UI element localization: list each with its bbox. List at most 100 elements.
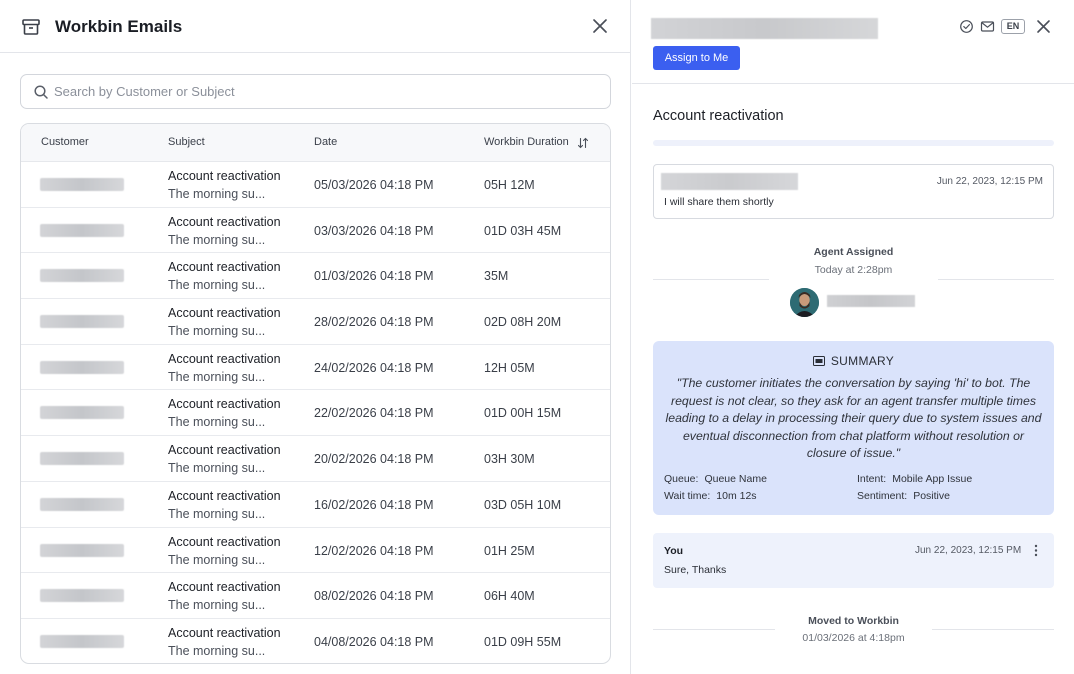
date-cell: 01/03/2026 04:18 PM [314,269,434,284]
wait-time-value: 10m 12s [716,490,757,502]
subject-title: Account reactivation [168,351,281,366]
queue-info: Queue: Queue Name [664,473,767,485]
date-cell: 24/02/2026 04:18 PM [314,360,434,375]
agent-assigned-time: Today at 2:28pm [814,264,893,276]
divider-line [653,279,769,280]
duration-cell: 03H 30M [484,452,535,467]
date-cell: 05/03/2026 04:18 PM [314,178,434,192]
table-row[interactable]: Account reactivation The morning su... 28/… [21,299,610,345]
table-row[interactable]: Account reactivation The morning su... 12/… [21,528,610,574]
subject-preview: The morning su... [168,187,266,201]
duration-cell: 02D 08H 20M [484,315,562,330]
queue-value: Queue Name [704,473,767,485]
sentiment-label: Sentiment: [857,490,908,502]
sort-icon[interactable] [577,137,589,149]
assign-to-me-button[interactable]: Assign to Me [653,46,740,70]
agent-message: You Jun 22, 2023, 12:15 PM Sure, Thanks [653,533,1054,588]
customer-name-redacted [651,18,878,39]
column-duration[interactable]: Workbin Duration [484,136,569,148]
message-time: Jun 22, 2023, 12:15 PM [936,176,1043,187]
archive-icon [22,19,40,35]
column-customer[interactable]: Customer [41,136,89,148]
customer-name-redacted [40,452,124,466]
table-row[interactable]: Account reactivation The morning su... 04/… [21,619,610,663]
subject-title: Account reactivation [168,397,281,412]
more-options-icon[interactable] [1034,544,1038,557]
subject-preview: The morning su... [168,643,266,658]
table-body: Account reactivation The morning su... 05/… [21,162,610,663]
table-row[interactable]: Account reactivation The morning su... 01/… [21,253,610,300]
ai-summary-icon [812,356,825,366]
customer-name-redacted [40,178,124,191]
subject-title: Account reactivation [168,534,281,549]
table-row[interactable]: Account reactivation The morning su... 20/… [21,436,610,482]
divider-line [932,629,1054,630]
subject-preview: The morning su... [168,598,266,613]
date-cell: 28/02/2026 04:18 PM [314,315,434,330]
moved-to-workbin-time: 01/03/2026 at 4:18pm [802,632,905,644]
search-input[interactable] [54,76,594,107]
conversation-header: Assign to Me EN [632,0,1074,84]
subject-title: Account reactivation [168,214,281,229]
customer-name-redacted [40,634,124,648]
column-subject[interactable]: Subject [168,136,205,148]
summary-text: "The customer initiates the conversation… [665,376,1042,461]
subject-preview: The morning su... [168,506,266,521]
mail-icon[interactable] [980,19,995,34]
date-cell: 22/02/2026 04:18 PM [314,406,434,421]
subject-preview: The morning su... [168,278,266,293]
close-icon[interactable] [1035,18,1052,35]
check-circle-icon[interactable] [959,19,974,34]
duration-cell: 01D 00H 15M [484,406,562,421]
table-row[interactable]: Account reactivation The morning su... 22/… [21,390,610,437]
intent-info: Intent: Mobile App Issue [857,473,972,485]
date-cell: 08/02/2026 04:18 PM [314,589,434,604]
table-row[interactable]: Account reactivation The morning su... 03/… [21,208,610,254]
customer-name-redacted [40,360,124,374]
table-row[interactable]: Account reactivation The morning su... 08/… [21,573,610,619]
table-row[interactable]: Account reactivation The morning su... 16/… [21,482,610,528]
duration-cell: 01D 09H 55M [484,634,562,649]
subject-preview: The morning su... [168,461,266,476]
column-date[interactable]: Date [314,136,337,148]
language-badge[interactable]: EN [1001,19,1025,34]
moved-to-workbin-title: Moved to Workbin [808,615,899,627]
duration-cell: 01D 03H 45M [484,223,562,238]
subject-preview: The morning su... [168,232,266,247]
subject-title: Account reactivation [168,306,281,321]
workbin-header: Workbin Emails [0,0,631,53]
table-row[interactable]: Account reactivation The morning su... 24/… [21,345,610,391]
workbin-title: Workbin Emails [55,17,183,36]
customer-name-redacted [40,589,124,603]
wait-time-label: Wait time: [664,490,711,502]
agent-name-redacted [827,295,915,307]
conversation-panel: Assign to Me EN Account reactivation Jun… [632,0,1074,674]
date-cell: 04/08/2026 04:18 PM [314,634,434,649]
close-icon[interactable] [591,17,609,35]
duration-cell: 05H 12M [484,178,535,192]
sender-name-redacted [661,173,798,190]
date-cell: 03/03/2026 04:18 PM [314,223,434,238]
customer-message: Jun 22, 2023, 12:15 PM I will share them… [653,164,1054,219]
search-icon [34,85,48,99]
queue-label: Queue: [664,473,699,485]
customer-name-redacted [40,543,124,557]
customer-name-redacted [40,406,124,420]
agent-assigned-title: Agent Assigned [813,246,894,258]
duration-cell: 35M [484,269,509,284]
date-cell: 20/02/2026 04:18 PM [314,452,434,467]
table-row[interactable]: Account reactivation The morning su... 05/… [21,162,610,208]
subject-preview: The morning su... [168,369,266,384]
table-header: Customer Subject Date Workbin Duration [21,124,610,162]
duration-cell: 03D 05H 10M [484,497,562,512]
customer-name-redacted [40,223,124,237]
search-box[interactable] [20,74,611,109]
sentiment-value: Positive [913,490,950,502]
date-cell: 16/02/2026 04:18 PM [314,497,434,512]
duration-cell: 12H 05M [484,360,535,375]
avatar [790,288,819,317]
workbin-emails-panel: Workbin Emails Customer Subject Date Wor… [0,0,631,674]
summary-card: SUMMARY "The customer initiates the conv… [653,341,1054,515]
message-text: I will share them shortly [664,196,774,208]
divider-line [938,279,1054,280]
